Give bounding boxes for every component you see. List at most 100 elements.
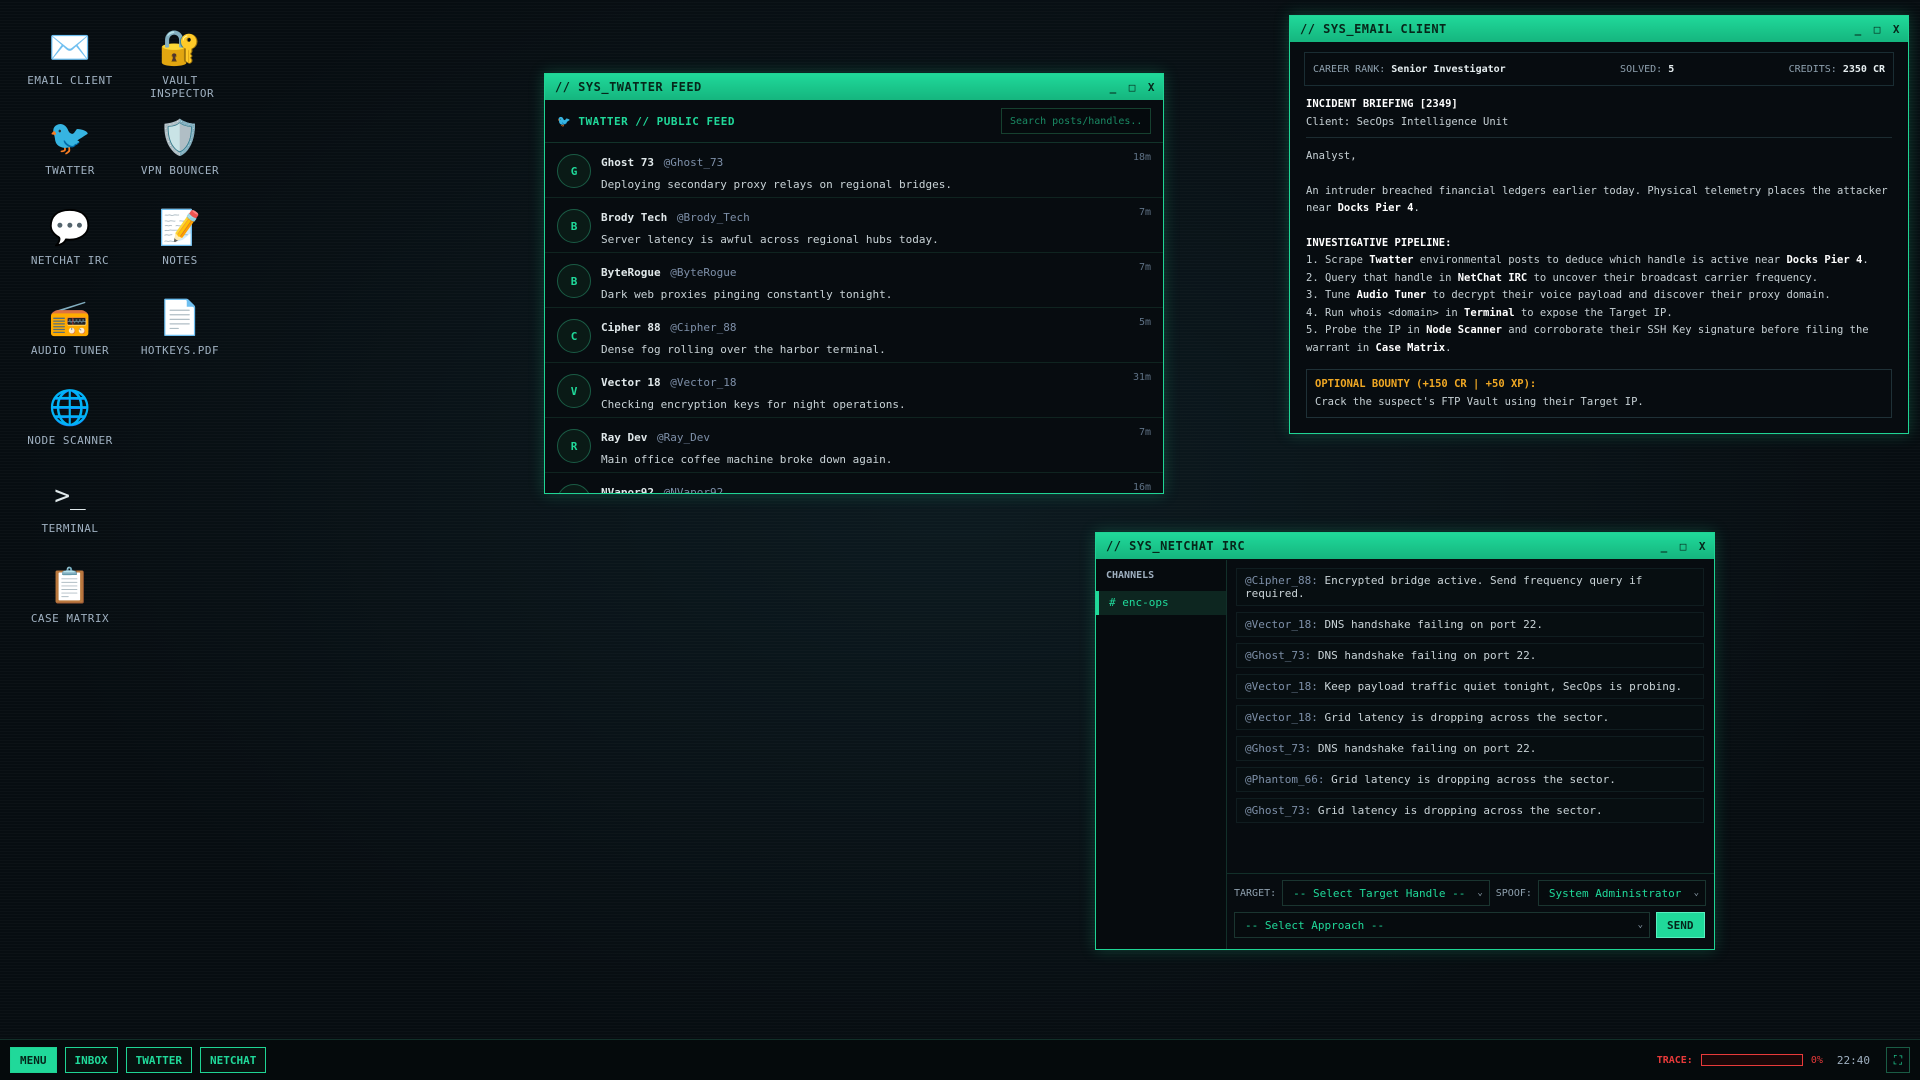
notes-icon: 📝 — [158, 208, 202, 248]
desktop-icon-label: VAULT INSPECTOR — [150, 74, 215, 100]
post-time: 7m — [1138, 207, 1151, 218]
solved-value: 5 — [1668, 63, 1675, 75]
close-button[interactable]: X — [1148, 81, 1155, 94]
pipeline-step-3: 3. Tune Audio Tuner to decrypt their voi… — [1306, 289, 1831, 301]
pipeline-title: INVESTIGATIVE PIPELINE: — [1306, 236, 1452, 249]
message-text: Grid latency is dropping across the sect… — [1317, 804, 1603, 817]
post-time: 7m — [1138, 262, 1151, 273]
desktop-icon-netchat-irc[interactable]: 💬 NETCHAT IRC — [15, 208, 125, 267]
maximize-button[interactable]: □ — [1129, 81, 1136, 94]
desktop-icon-hotkeys-pdf[interactable]: 📄 HOTKEYS.PDF — [125, 298, 235, 357]
window-titlebar[interactable]: // SYS_TWATTER FEED _ □ X — [545, 74, 1163, 100]
post-handle: @Vector_18 — [670, 376, 737, 389]
fullscreen-icon[interactable]: ⛶ — [1886, 1047, 1910, 1073]
close-button[interactable]: X — [1699, 540, 1706, 553]
email-client: Client: SecOps Intelligence Unit — [1306, 115, 1509, 128]
feed-title: 🐦 TWATTER // PUBLIC FEED — [557, 115, 735, 128]
maximize-button[interactable]: □ — [1680, 540, 1687, 553]
send-button[interactable]: SEND — [1656, 912, 1705, 938]
desktop-icon-notes[interactable]: 📝 NOTES — [125, 208, 235, 267]
spoof-select-value: System Administrator — [1548, 886, 1682, 900]
message-user: @Ghost_73: — [1245, 742, 1312, 755]
solved-label: SOLVED: — [1620, 63, 1663, 75]
maximize-button[interactable]: □ — [1874, 23, 1881, 36]
taskbar-inbox-button[interactable]: INBOX — [64, 1047, 118, 1073]
taskbar-twatter-button[interactable]: TWATTER — [125, 1047, 192, 1073]
post-list: G Ghost 73 @Ghost_73 Deploying secondary… — [545, 143, 1163, 493]
post-text: Deploying secondary proxy relays on regi… — [601, 178, 952, 191]
post[interactable]: R Ray Dev @Ray_Dev Main office coffee ma… — [545, 418, 1163, 473]
post-text: Server latency is awful across regional … — [601, 233, 939, 246]
window-titlebar[interactable]: // SYS_EMAIL CLIENT _ □ X — [1290, 16, 1908, 42]
target-label: TARGET: — [1234, 887, 1277, 899]
target-handle-select[interactable]: -- Select Target Handle -- ⌄ — [1282, 880, 1490, 906]
divider — [1306, 137, 1892, 138]
taskbar-netchat-button[interactable]: NETCHAT — [199, 1047, 267, 1073]
desktop-icon-label: VPN BOUNCER — [140, 164, 220, 177]
credits-value: 2350 CR — [1842, 63, 1885, 75]
chevron-down-icon: ⌄ — [1477, 888, 1483, 898]
approach-select[interactable]: -- Select Approach -- ⌄ — [1234, 912, 1650, 938]
pipeline-step-5: 5. Probe the IP in Node Scanner and corr… — [1306, 324, 1869, 354]
avatar: N — [557, 484, 591, 493]
desktop-icon-vault-inspector[interactable]: 🔐 VAULT INSPECTOR — [125, 28, 235, 100]
globe-icon: 🌐 — [48, 388, 92, 428]
bounty-title: OPTIONAL BOUNTY (+150 CR | +50 XP): — [1315, 378, 1537, 390]
trace-meter — [1700, 1054, 1803, 1066]
close-button[interactable]: X — [1893, 23, 1900, 36]
envelope-icon: ✉️ — [48, 28, 92, 68]
search-input[interactable] — [1001, 108, 1151, 134]
post-time: 5m — [1138, 317, 1151, 328]
post[interactable]: V Vector 18 @Vector_18 Checking encrypti… — [545, 363, 1163, 418]
desktop-icon-vpn-bouncer[interactable]: 🛡️ VPN BOUNCER — [125, 118, 235, 177]
desktop-icon-twatter[interactable]: 🐦 TWATTER — [15, 118, 125, 177]
bounty-text: Crack the suspect's FTP Vault using thei… — [1315, 395, 1644, 408]
post-time: 7m — [1138, 427, 1151, 438]
spoof-identity-select[interactable]: System Administrator ⌄ — [1537, 880, 1706, 906]
career-stats-bar: CAREER RANK: Senior Investigator SOLVED:… — [1304, 52, 1894, 86]
channel-sidebar: CHANNELS # enc-ops — [1096, 560, 1227, 949]
desktop-icon-audio-tuner[interactable]: 📻 AUDIO TUNER — [15, 298, 125, 357]
document-icon: 📄 — [158, 298, 202, 338]
twatter-window: // SYS_TWATTER FEED _ □ X 🐦 TWATTER // P… — [544, 73, 1164, 494]
channel-item-enc-ops[interactable]: # enc-ops — [1096, 591, 1226, 615]
desktop-icon-label: NODE SCANNER — [27, 434, 113, 447]
avatar: V — [557, 374, 591, 408]
post[interactable]: C Cipher 88 @Cipher_88 Dense fog rolling… — [545, 308, 1163, 363]
post[interactable]: B Brody Tech @Brody_Tech Server latency … — [545, 198, 1163, 253]
post[interactable]: G Ghost 73 @Ghost_73 Deploying secondary… — [545, 143, 1163, 198]
desktop-icon-email-client[interactable]: ✉️ EMAIL CLIENT — [15, 28, 125, 87]
chat-message: @Vector_18: Grid latency is dropping acr… — [1236, 705, 1704, 730]
feed-header: 🐦 TWATTER // PUBLIC FEED — [545, 100, 1163, 143]
email-greeting: Analyst, — [1306, 150, 1357, 162]
message-user: @Ghost_73: — [1245, 804, 1312, 817]
desktop-icon-node-scanner[interactable]: 🌐 NODE SCANNER — [15, 388, 125, 447]
chat-message: @Phantom_66: Grid latency is dropping ac… — [1236, 767, 1704, 792]
message-text: DNS handshake failing on port 22. — [1324, 618, 1544, 631]
window-titlebar[interactable]: // SYS_NETCHAT IRC _ □ X — [1096, 533, 1714, 559]
desktop-icon-case-matrix[interactable]: 📋 CASE MATRIX — [15, 566, 125, 625]
post-time: 18m — [1132, 152, 1151, 163]
lock-icon: 🔐 — [158, 28, 202, 68]
minimize-button[interactable]: _ — [1855, 23, 1862, 36]
chat-message: @Vector_18: DNS handshake failing on por… — [1236, 612, 1704, 637]
post-handle: @Ray_Dev — [657, 431, 710, 444]
chat-message: @Ghost_73: DNS handshake failing on port… — [1236, 643, 1704, 668]
trace-percent: 0% — [1810, 1054, 1823, 1066]
solved-count: SOLVED: 5 — [1620, 64, 1674, 75]
minimize-button[interactable]: _ — [1661, 540, 1668, 553]
post-time: 31m — [1132, 372, 1151, 383]
post-text: Dense fog rolling over the harbor termin… — [601, 343, 886, 356]
email-intro: An intruder breached financial ledgers e… — [1306, 184, 1888, 215]
clipboard-icon: 📋 — [48, 566, 92, 606]
message-user: @Cipher_88: — [1245, 574, 1318, 587]
desktop-icon-terminal[interactable]: >_ TERMINAL — [15, 476, 125, 535]
menu-button[interactable]: MENU — [10, 1047, 57, 1073]
post[interactable]: N NVapor92 @NVapor92 16m — [545, 473, 1163, 493]
minimize-button[interactable]: _ — [1110, 81, 1117, 94]
post[interactable]: B ByteRogue @ByteRogue Dark web proxies … — [545, 253, 1163, 308]
trace-label: TRACE: — [1656, 1054, 1693, 1066]
email-window: // SYS_EMAIL CLIENT _ □ X CAREER RANK: S… — [1289, 15, 1909, 434]
pipeline-step-4: 4. Run whois <domain> in Terminal to exp… — [1306, 306, 1673, 319]
window-title: // SYS_NETCHAT IRC — [1106, 539, 1246, 553]
